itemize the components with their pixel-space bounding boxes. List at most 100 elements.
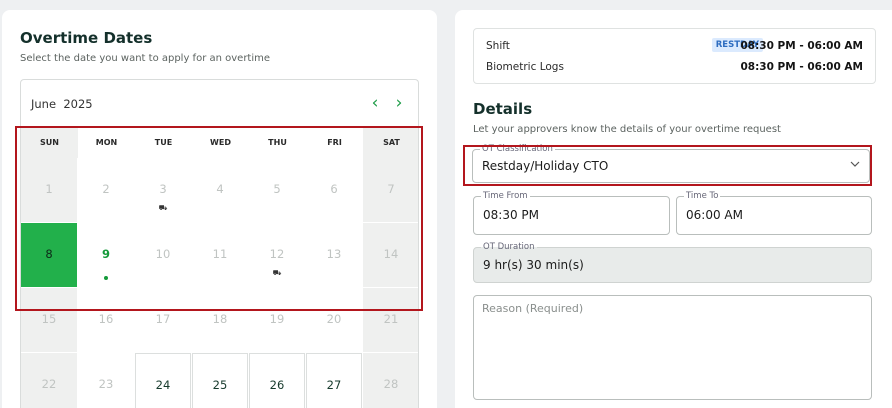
- day-number: 16: [98, 312, 114, 326]
- calendar-day-18[interactable]: 18: [192, 288, 248, 352]
- shift-label: Shift: [486, 40, 510, 52]
- day-number: 10: [155, 247, 171, 261]
- shift-info-box: Shift RESTDAY 08:30 PM - 06:00 AM Biomet…: [473, 28, 876, 84]
- month-label: June: [31, 97, 57, 111]
- day-number: 22: [41, 377, 57, 391]
- day-number: 12: [269, 247, 285, 261]
- calendar-day-20[interactable]: 20: [306, 288, 362, 352]
- overtime-dates-title: Overtime Dates: [20, 29, 153, 47]
- ot-duration-label: OT Duration: [481, 242, 537, 252]
- day-number: 23: [98, 377, 114, 391]
- calendar: June 2025 ‹ › SUN MON TUE WED THU FRI SAT 1 2 3 ⛟…: [20, 79, 419, 408]
- day-number: 24: [155, 378, 171, 392]
- time-to-value: 06:00 AM: [686, 208, 743, 222]
- day-number: 9: [101, 247, 110, 261]
- chevron-down-icon[interactable]: [849, 158, 861, 173]
- day-number: 15: [41, 312, 57, 326]
- details-panel: Shift RESTDAY 08:30 PM - 06:00 AM Biomet…: [455, 10, 892, 408]
- weekday-thu: THU: [268, 138, 287, 147]
- calendar-day-10[interactable]: 10: [135, 223, 191, 287]
- calendar-day-27[interactable]: 27: [306, 353, 362, 408]
- shift-value: 08:30 PM - 06:00 AM: [740, 40, 863, 52]
- weekday-header-row: SUN MON TUE WED THU FRI SAT: [21, 128, 418, 158]
- day-number: 6: [330, 182, 338, 196]
- day-number: 19: [269, 312, 285, 326]
- day-number: 1: [45, 182, 53, 196]
- calendar-day-1[interactable]: 1: [21, 158, 77, 222]
- biometric-logs-value: 08:30 PM - 06:00 AM: [740, 61, 863, 73]
- calendar-header: June 2025 ‹ ›: [21, 80, 418, 128]
- reason-textarea[interactable]: [473, 295, 872, 400]
- calendar-day-8[interactable]: 8: [21, 223, 77, 287]
- calendar-day-9[interactable]: 9: [78, 223, 134, 287]
- day-number: 25: [212, 378, 228, 392]
- day-number: 26: [269, 378, 285, 392]
- calendar-day-23[interactable]: 23: [78, 353, 134, 408]
- calendar-day-28[interactable]: 28: [363, 353, 418, 408]
- prev-month-button[interactable]: ‹: [366, 93, 384, 113]
- details-title: Details: [473, 100, 533, 118]
- calendar-day-5[interactable]: 5: [249, 158, 305, 222]
- day-number: 5: [273, 182, 281, 196]
- ot-duration-value: 9 hr(s) 30 min(s): [483, 258, 584, 272]
- weekday-mon: MON: [95, 138, 118, 147]
- overtime-marker-icon: ⛟: [272, 269, 282, 277]
- calendar-day-22[interactable]: 22: [21, 353, 77, 408]
- details-subtitle: Let your approvers know the details of y…: [473, 124, 781, 135]
- calendar-day-25[interactable]: 25: [192, 353, 248, 408]
- calendar-day-17[interactable]: 17: [135, 288, 191, 352]
- ot-duration-field: OT Duration 9 hr(s) 30 min(s): [473, 242, 872, 283]
- calendar-day-15[interactable]: 15: [21, 288, 77, 352]
- day-number: 18: [212, 312, 228, 326]
- day-number: 2: [102, 182, 110, 196]
- calendar-day-11[interactable]: 11: [192, 223, 248, 287]
- day-number: 11: [212, 247, 228, 261]
- chevron-right-icon: ›: [395, 93, 403, 113]
- month-year-label: June 2025: [31, 97, 93, 111]
- chevron-left-icon: ‹: [371, 93, 379, 113]
- day-number: 28: [383, 377, 399, 391]
- weekday-sat: SAT: [363, 128, 418, 158]
- calendar-day-6[interactable]: 6: [306, 158, 362, 222]
- weekday-wed: WED: [210, 138, 231, 147]
- calendar-day-2[interactable]: 2: [78, 158, 134, 222]
- overtime-dates-panel: Overtime Dates Select the date you want …: [2, 10, 437, 408]
- day-number: 21: [383, 312, 399, 326]
- day-number: 13: [326, 247, 342, 261]
- overtime-dates-subtitle: Select the date you want to apply for an…: [20, 53, 271, 64]
- ot-classification-select[interactable]: OT Classification Restday/Holiday CTO: [472, 144, 870, 183]
- calendar-day-24[interactable]: 24: [135, 353, 191, 408]
- calendar-day-7[interactable]: 7: [363, 158, 418, 222]
- time-from-value: 08:30 PM: [483, 208, 539, 222]
- weekday-tue: TUE: [154, 138, 173, 147]
- day-number: 17: [155, 312, 171, 326]
- time-to-label: Time To: [684, 191, 721, 201]
- day-number: 3: [159, 182, 167, 196]
- calendar-day-19[interactable]: 19: [249, 288, 305, 352]
- weekday-sun: SUN: [21, 128, 78, 158]
- ot-classification-value: Restday/Holiday CTO: [482, 159, 609, 173]
- time-from-label: Time From: [481, 191, 530, 201]
- day-number: 14: [383, 247, 399, 261]
- calendar-day-14[interactable]: 14: [363, 223, 418, 287]
- day-number: 8: [45, 247, 53, 261]
- calendar-day-3[interactable]: 3 ⛟: [135, 158, 191, 222]
- calendar-day-16[interactable]: 16: [78, 288, 134, 352]
- calendar-day-4[interactable]: 4: [192, 158, 248, 222]
- time-to-field[interactable]: Time To 06:00 AM: [676, 191, 872, 235]
- today-dot-indicator: [104, 276, 108, 280]
- day-number: 20: [326, 312, 342, 326]
- time-from-field[interactable]: Time From 08:30 PM: [473, 191, 670, 235]
- year-label: 2025: [63, 97, 93, 111]
- calendar-day-26[interactable]: 26: [249, 353, 305, 408]
- day-number: 27: [326, 378, 342, 392]
- calendar-day-21[interactable]: 21: [363, 288, 418, 352]
- day-number: 4: [216, 182, 224, 196]
- next-month-button[interactable]: ›: [390, 93, 408, 113]
- calendar-day-13[interactable]: 13: [306, 223, 362, 287]
- calendar-day-12[interactable]: 12 ⛟: [249, 223, 305, 287]
- weekday-fri: FRI: [327, 138, 342, 147]
- biometric-logs-label: Biometric Logs: [486, 61, 564, 73]
- overtime-marker-icon: ⛟: [158, 204, 168, 212]
- day-number: 7: [387, 182, 395, 196]
